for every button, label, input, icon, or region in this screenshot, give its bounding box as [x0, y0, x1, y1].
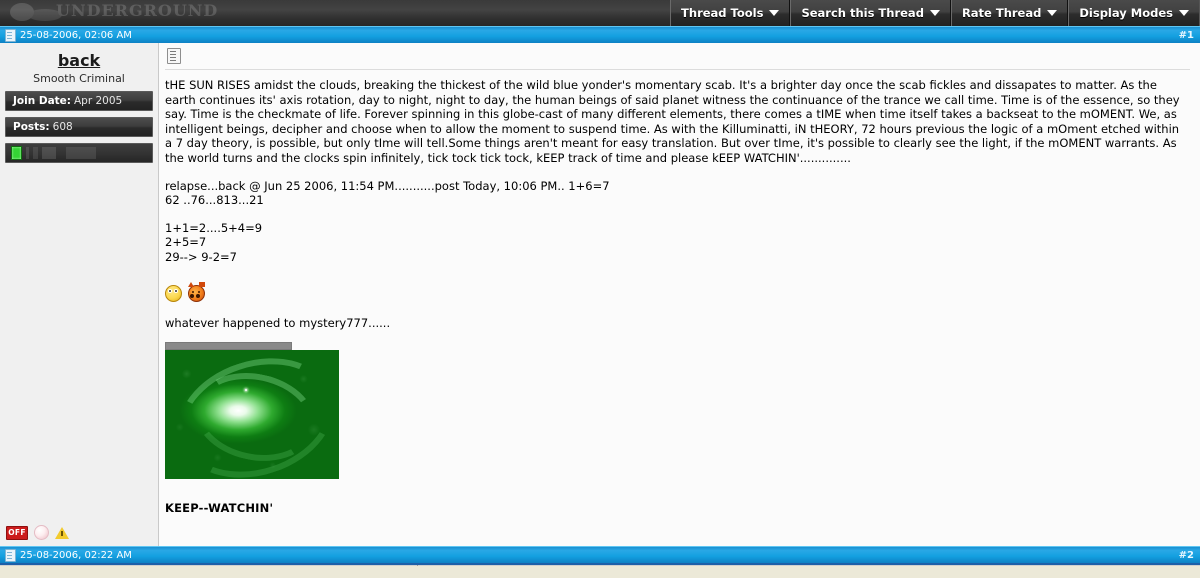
username-link[interactable]: back [0, 51, 158, 70]
display-modes-label: Display Modes [1079, 6, 1173, 20]
site-logo-text: UNDERGROUND [56, 1, 219, 20]
post-user-panel: back Smooth Criminal Join Date: Apr 2005… [0, 43, 159, 546]
chevron-down-icon [1179, 10, 1189, 16]
chevron-down-icon [1047, 10, 1058, 16]
post-timestamp-2: 25-08-2006, 02:22 AM [20, 550, 132, 561]
post-document-icon [167, 48, 181, 64]
reputation-ghost-text [26, 147, 152, 159]
post-paragraph-3: 1+1=2....5+4=9 2+5=7 29--> 9-2=7 [165, 220, 263, 264]
post-document-icon [5, 29, 16, 42]
post-smilies [165, 281, 1186, 302]
post-paragraph-2: relapse...back @ Jun 25 2006, 11:54 PM..… [165, 178, 610, 208]
post-attachment[interactable] [165, 342, 1186, 480]
post-text-content: tHE SUN RISES amidst the clouds, breakin… [159, 70, 1200, 516]
page-bottom-background [0, 566, 1200, 578]
post-paragraph-1: tHE SUN RISES amidst the clouds, breakin… [165, 78, 1180, 165]
attachment-loading-bar [165, 342, 292, 351]
rate-thread-label: Rate Thread [961, 6, 1042, 20]
post-body-1: back Smooth Criminal Join Date: Apr 2005… [0, 43, 1200, 546]
join-date-value: Apr 2005 [74, 95, 123, 107]
post-timestamp-1: 25-08-2006, 02:06 AM [20, 30, 132, 41]
reputation-row [5, 143, 153, 163]
rolleyes-smiley [165, 284, 182, 302]
offline-badge: OFF [6, 525, 28, 540]
post-document-icon [5, 549, 16, 562]
green-reputation-icon [11, 146, 22, 160]
devil-smiley [188, 281, 205, 302]
post-signature: KEEP--WATCHIN' [165, 501, 274, 516]
forum-thread-page: UNDERGROUND Thread Tools Search this Thr… [0, 0, 1200, 578]
post-number-2[interactable]: #2 [1179, 550, 1200, 561]
green-galaxy-image[interactable] [165, 350, 339, 480]
thread-toolbar: Thread Tools Search this Thread Rate Thr… [670, 0, 1200, 26]
post-count-row: Posts: 608 [5, 117, 153, 137]
user-title: Smooth Criminal [33, 72, 125, 85]
site-header-banner: UNDERGROUND Thread Tools Search this Thr… [0, 0, 1200, 26]
galaxy-noise [166, 351, 338, 479]
rate-thread-button[interactable]: Rate Thread [950, 0, 1069, 26]
post-header-left-1: 25-08-2006, 02:06 AM [0, 29, 132, 42]
post-icon-row [159, 43, 1200, 69]
join-date-row: Join Date: Apr 2005 [5, 91, 153, 111]
post-paragraph-4: whatever happened to mystery777...... [165, 315, 391, 330]
chevron-down-icon [769, 10, 780, 16]
chevron-down-icon [929, 10, 940, 16]
post-message-column: tHE SUN RISES amidst the clouds, breakin… [159, 43, 1200, 546]
post-count-label: Posts: [13, 121, 50, 133]
thread-tools-button[interactable]: Thread Tools [670, 0, 791, 26]
thread-tools-label: Thread Tools [681, 6, 764, 20]
post-number-1[interactable]: #1 [1179, 30, 1200, 41]
site-logo[interactable]: UNDERGROUND [8, 0, 218, 24]
search-this-thread-button[interactable]: Search this Thread [790, 0, 951, 26]
display-modes-button[interactable]: Display Modes [1068, 0, 1200, 26]
post-header-2[interactable]: 25-08-2006, 02:22 AM #2 [0, 546, 1200, 564]
user-action-icons: OFF [6, 525, 69, 540]
post-header-1[interactable]: 25-08-2006, 02:06 AM #1 [0, 26, 1200, 44]
private-message-icon[interactable] [34, 525, 49, 540]
post-header-left-2: 25-08-2006, 02:22 AM [0, 549, 132, 562]
post-count-value: 608 [52, 121, 73, 133]
search-this-thread-label: Search this Thread [801, 6, 924, 20]
report-warning-icon[interactable] [55, 526, 69, 539]
join-date-label: Join Date: [13, 95, 71, 107]
